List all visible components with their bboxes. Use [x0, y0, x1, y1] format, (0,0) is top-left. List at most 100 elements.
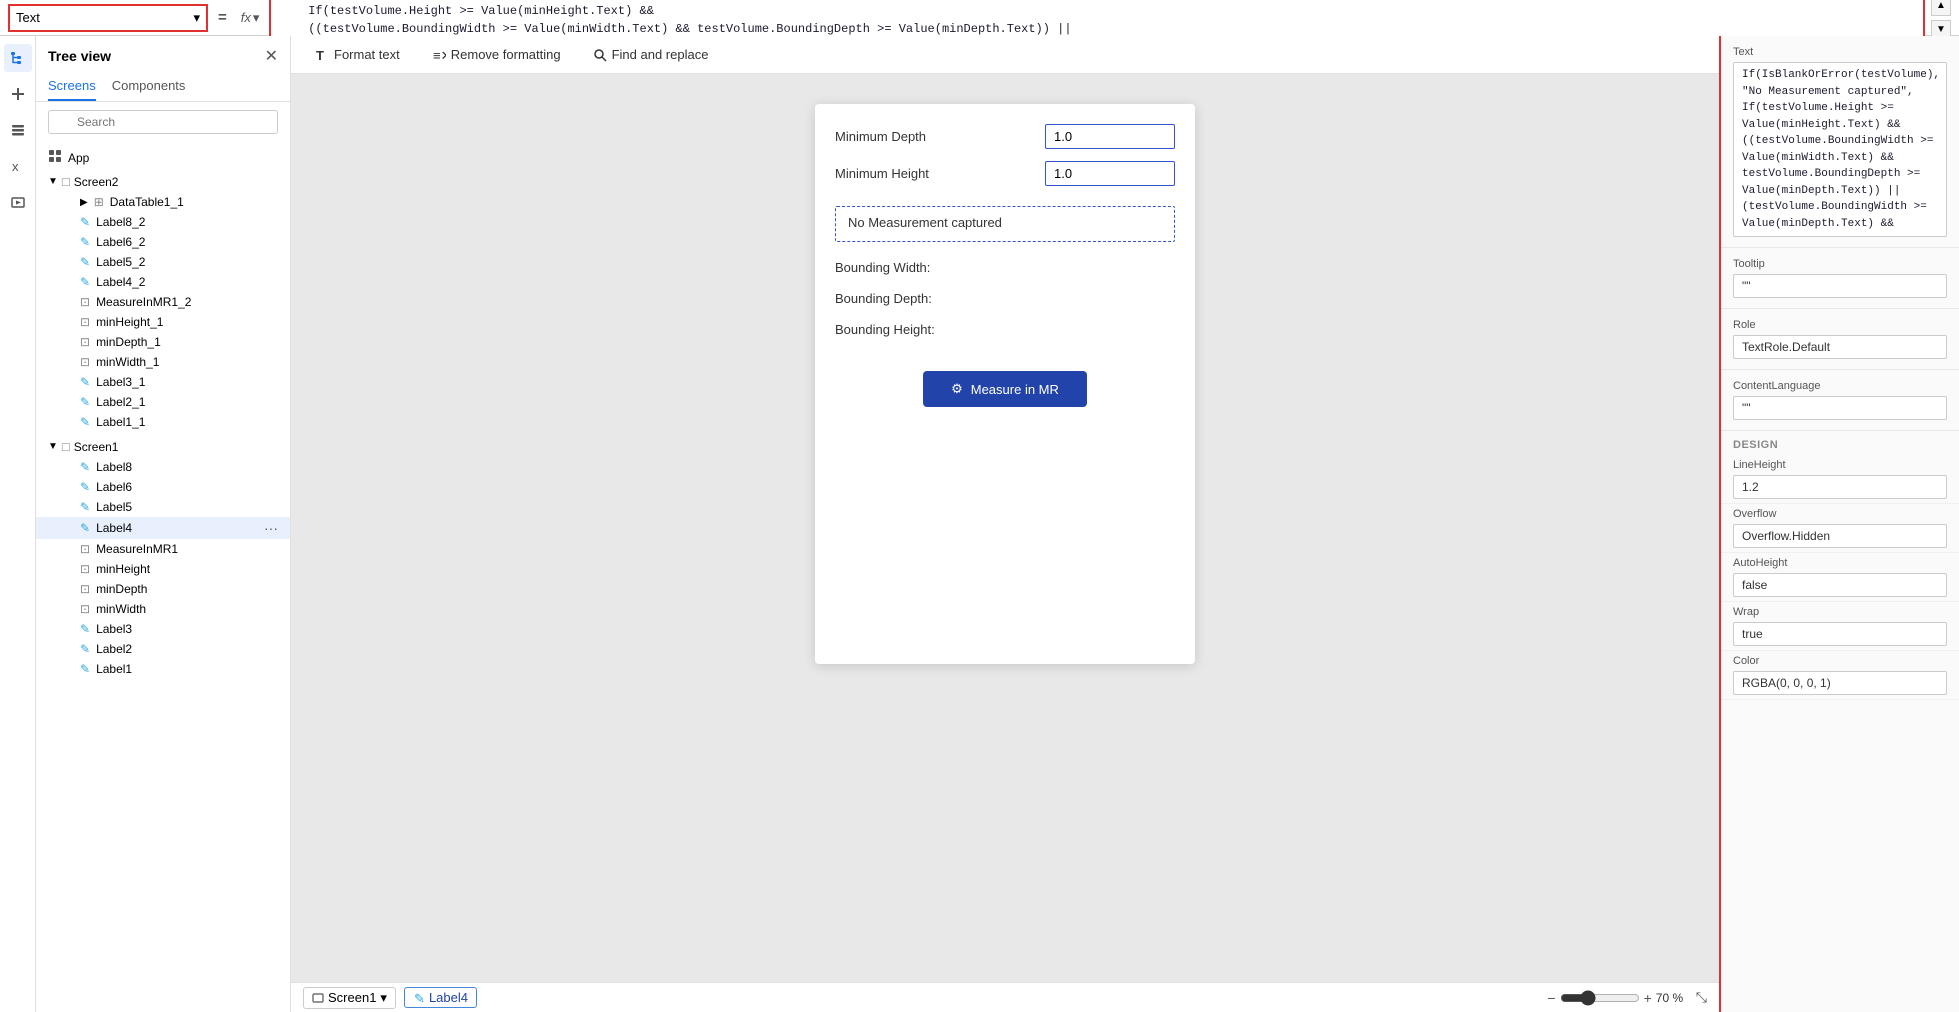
minimum-height-row: Minimum Height — [835, 161, 1175, 186]
format-text-button[interactable]: T Format text — [307, 43, 408, 66]
screen1-children: ✎ Label8 ✎ Label6 ✎ Label5 ✎ Label4 ·· — [36, 457, 290, 679]
minimum-height-input[interactable] — [1045, 161, 1175, 186]
zoom-control: − + 70 % ⤡ — [1547, 989, 1707, 1006]
prop-autoheight-value[interactable]: false — [1733, 573, 1947, 597]
tree-node-label5-2[interactable]: ✎ Label5_2 — [36, 252, 290, 272]
format-text-icon: T — [315, 48, 329, 62]
label4-label: Label4 — [96, 521, 258, 535]
tree-node-label5[interactable]: ✎ Label5 — [36, 497, 290, 517]
measureinmr1-label: MeasureInMR1 — [96, 542, 278, 556]
screen-badge[interactable]: Screen1 ▾ — [303, 987, 396, 1009]
screen2-header[interactable]: ▼ □ Screen2 — [36, 171, 290, 192]
mindepth-1-label: minDepth_1 — [96, 335, 278, 349]
prop-text-section: Text If(IsBlankOrError(testVolume), "No … — [1721, 36, 1959, 248]
tree-search-area: 🔍 — [36, 102, 290, 142]
tree-node-mindepth[interactable]: ⊡ minDepth — [36, 579, 290, 599]
tree-app-item[interactable]: App — [36, 146, 290, 169]
tree-node-measureinmr1-2[interactable]: ⊡ MeasureInMR1_2 — [36, 292, 290, 312]
design-section-title: DESIGN — [1721, 431, 1959, 455]
sidebar-icon-tree[interactable] — [4, 44, 32, 72]
prop-wrap-row: Wrap true — [1721, 602, 1959, 651]
label4-2-icon: ✎ — [80, 275, 90, 289]
tree-close-button[interactable]: ✕ — [265, 46, 278, 66]
prop-tooltip-value[interactable]: "" — [1733, 274, 1947, 298]
fit-button[interactable]: ⤡ — [1696, 989, 1707, 1006]
screen2-label: Screen2 — [74, 175, 278, 189]
tab-screens[interactable]: Screens — [48, 72, 96, 101]
sidebar-icon-add[interactable] — [4, 80, 32, 108]
tree-tabs: Screens Components — [36, 72, 290, 102]
search-input[interactable] — [48, 110, 278, 134]
sidebar-icons: x — [0, 36, 36, 1012]
zoom-in-button[interactable]: + — [1644, 990, 1652, 1006]
label1-1-label: Label1_1 — [96, 415, 278, 429]
bounding-depth-label: Bounding Depth: — [835, 289, 1175, 308]
tree-node-label3[interactable]: ✎ Label3 — [36, 619, 290, 639]
canvas-content: Minimum Depth Minimum Height No Measurem… — [291, 74, 1719, 982]
tree-node-label8-2[interactable]: ✎ Label8_2 — [36, 212, 290, 232]
tree-node-label1-1[interactable]: ✎ Label1_1 — [36, 412, 290, 432]
tree-node-measureinmr1[interactable]: ⊡ MeasureInMR1 — [36, 539, 290, 559]
tree-node-label8[interactable]: ✎ Label8 — [36, 457, 290, 477]
tree-node-minheight[interactable]: ⊡ minHeight — [36, 559, 290, 579]
prop-color-value[interactable]: RGBA(0, 0, 0, 1) — [1733, 671, 1947, 695]
app-label: App — [68, 151, 278, 165]
minheight-label: minHeight — [96, 562, 278, 576]
minheight-1-label: minHeight_1 — [96, 315, 278, 329]
tree-node-label1[interactable]: ✎ Label1 — [36, 659, 290, 679]
prop-role-label: Role — [1733, 319, 1947, 331]
tree-node-label4[interactable]: ✎ Label4 ··· — [36, 517, 290, 539]
formula-selector[interactable]: Text ▾ — [8, 4, 208, 32]
formula-scroll-buttons: ▲ ▼ — [1931, 0, 1951, 40]
prop-role-value[interactable]: TextRole.Default — [1733, 335, 1947, 359]
minwidth-1-label: minWidth_1 — [96, 355, 278, 369]
minimum-depth-input[interactable] — [1045, 124, 1175, 149]
label4-menu-button[interactable]: ··· — [264, 520, 278, 536]
tree-node-minheight-1[interactable]: ⊡ minHeight_1 — [36, 312, 290, 332]
prop-lineheight-value[interactable]: 1.2 — [1733, 475, 1947, 499]
tree-node-mindepth-1[interactable]: ⊡ minDepth_1 — [36, 332, 290, 352]
label-badge[interactable]: ✎ Label4 — [404, 987, 477, 1008]
sidebar-icon-data[interactable] — [4, 116, 32, 144]
canvas-toolbar: T Format text ≡✕ Remove formatting Find … — [291, 36, 1719, 74]
screen2-section: ▼ □ Screen2 ▶ ⊞ DataTable1_1 ✎ Label8_2 — [36, 169, 290, 434]
label6-icon: ✎ — [80, 480, 90, 494]
prop-overflow-value[interactable]: Overflow.Hidden — [1733, 524, 1947, 548]
tree-node-label2[interactable]: ✎ Label2 — [36, 639, 290, 659]
measure-in-mr-button[interactable]: ⚙ Measure in MR — [923, 371, 1087, 407]
label6-2-icon: ✎ — [80, 235, 90, 249]
formula-scroll-up[interactable]: ▲ — [1931, 0, 1951, 16]
tree-node-label6-2[interactable]: ✎ Label6_2 — [36, 232, 290, 252]
tree-node-label3-1[interactable]: ✎ Label3_1 — [36, 372, 290, 392]
label2-1-label: Label2_1 — [96, 395, 278, 409]
tree-node-label6[interactable]: ✎ Label6 — [36, 477, 290, 497]
tree-node-label2-1[interactable]: ✎ Label2_1 — [36, 392, 290, 412]
screen1-header[interactable]: ▼ □ Screen1 — [36, 436, 290, 457]
sidebar-icon-media[interactable] — [4, 188, 32, 216]
find-replace-button[interactable]: Find and replace — [585, 43, 717, 66]
screen2-children: ▶ ⊞ DataTable1_1 ✎ Label8_2 ✎ Label6_2 ✎ — [36, 192, 290, 432]
tree-node-datatable[interactable]: ▶ ⊞ DataTable1_1 — [36, 192, 290, 212]
equals-sign: = — [214, 9, 231, 26]
prop-lineheight-label: LineHeight — [1733, 459, 1947, 471]
mindepth-label: minDepth — [96, 582, 278, 596]
sidebar-icon-vars[interactable]: x — [4, 152, 32, 180]
datatable-label: DataTable1_1 — [110, 195, 278, 209]
tab-components[interactable]: Components — [112, 72, 186, 101]
formula-selector-label: Text — [16, 10, 40, 25]
tree-node-minwidth[interactable]: ⊡ minWidth — [36, 599, 290, 619]
zoom-out-button[interactable]: − — [1547, 990, 1555, 1006]
zoom-percent: 70 % — [1656, 991, 1692, 1005]
prop-text-label: Text — [1733, 46, 1947, 58]
measureinmr1-2-icon: ⊡ — [80, 295, 90, 309]
prop-wrap-value[interactable]: true — [1733, 622, 1947, 646]
tree-node-label4-2[interactable]: ✎ Label4_2 — [36, 272, 290, 292]
prop-contentlang-value[interactable]: "" — [1733, 396, 1947, 420]
minimum-height-label: Minimum Height — [835, 166, 1037, 181]
prop-lineheight-row: LineHeight 1.2 — [1721, 455, 1959, 504]
screen-badge-chevron: ▾ — [380, 990, 387, 1006]
prop-text-value[interactable]: If(IsBlankOrError(testVolume), "No Measu… — [1733, 62, 1947, 237]
tree-node-minwidth-1[interactable]: ⊡ minWidth_1 — [36, 352, 290, 372]
zoom-slider[interactable] — [1560, 990, 1640, 1006]
remove-formatting-button[interactable]: ≡✕ Remove formatting — [424, 43, 569, 66]
